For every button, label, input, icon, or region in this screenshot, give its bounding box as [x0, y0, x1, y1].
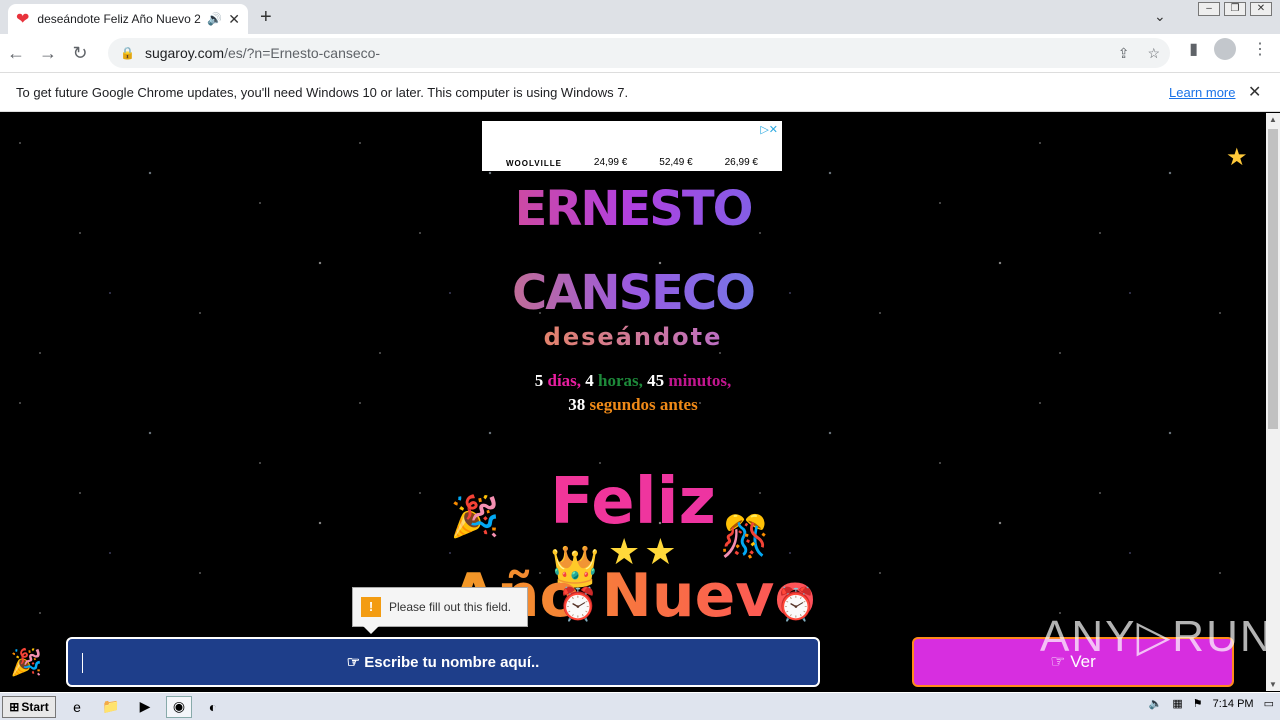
alarm-clock-icon: ⏰ — [558, 586, 598, 622]
tooltip-text: Please fill out this field. — [389, 600, 512, 614]
start-label: Start — [21, 699, 49, 714]
first-name-title: ERNESTO — [0, 181, 1266, 237]
side-panel-icon[interactable]: ▮ — [1189, 39, 1198, 59]
system-tray: 🔈 ▦ ⚑ 7:14 PM ▭ — [1149, 697, 1274, 711]
url-domain: sugaroy.com — [144, 45, 225, 61]
speaker-icon[interactable]: 🔊 — [207, 12, 222, 26]
network-icon[interactable]: ▦ — [1172, 697, 1182, 710]
learn-more-link[interactable]: Learn more — [1169, 85, 1235, 100]
hours-label: horas, — [598, 371, 643, 390]
seconds-label: segundos antes — [589, 395, 698, 414]
party-popper-icon: 🎉 — [10, 647, 43, 677]
scroll-up-icon[interactable]: ▲ — [1269, 115, 1277, 124]
bookmark-star-icon[interactable]: ☆ — [1147, 45, 1160, 62]
internet-explorer-icon[interactable]: e — [64, 696, 90, 718]
forward-arrow-icon[interactable]: → — [32, 43, 64, 64]
countdown-line-2: 38 segundos antes — [0, 395, 1266, 415]
warning-icon: ! — [361, 597, 381, 617]
tab-search-chevron-icon[interactable]: ⌄ — [1154, 8, 1166, 25]
scrollbar-thumb[interactable] — [1268, 129, 1278, 429]
folder-icon[interactable]: 📁 — [98, 696, 124, 718]
wishing-text: deseándote — [0, 323, 1266, 351]
validation-tooltip: ! Please fill out this field. — [352, 587, 528, 634]
countdown-line-1: 5 días, 4 horas, 45 minutos, — [0, 371, 1266, 391]
days-number: 5 — [534, 371, 544, 390]
seconds-number: 38 — [568, 395, 586, 414]
windows-logo-icon: ⊞ — [9, 699, 20, 714]
minimize-button[interactable]: – — [1198, 2, 1220, 16]
show-desktop-icon[interactable]: ▭ — [1264, 697, 1274, 710]
name-input[interactable]: ☞ Escribe tu nombre aquí.. — [66, 637, 820, 687]
name-input-placeholder: ☞ Escribe tu nombre aquí.. — [346, 654, 540, 671]
party-popper-icon: 🎉 — [450, 495, 500, 539]
party-hat-icon: 🎊 — [720, 515, 770, 559]
clock[interactable]: 7:14 PM — [1213, 698, 1254, 710]
anyrun-watermark: ANY▷RUN — [1040, 612, 1266, 661]
tab-title: deseándote Feliz Año Nuevo 20 — [37, 12, 202, 26]
window-controls: – ❐ ✕ — [1198, 2, 1272, 16]
ad-price-1: 24,99 € — [593, 157, 628, 168]
alarm-clock-icon: ⏰ — [776, 586, 816, 622]
profile-avatar[interactable] — [1214, 38, 1236, 60]
star-icon: ★ — [1226, 144, 1248, 171]
flag-icon[interactable]: ⚑ — [1193, 697, 1203, 710]
text-caret — [82, 653, 83, 673]
page-scrollbar[interactable]: ▲ ▼ — [1266, 113, 1280, 691]
close-window-button[interactable]: ✕ — [1250, 2, 1272, 16]
browser-tab[interactable]: ❤ deseándote Feliz Año Nuevo 20 🔊 ✕ — [8, 4, 248, 34]
lock-icon[interactable]: 🔒 — [120, 46, 135, 60]
windows-taskbar: ⊞ Start e 📁 ▶ ◉ ◐ 🔈 ▦ ⚑ 7:14 PM ▭ — [0, 692, 1280, 720]
reload-icon[interactable]: ↻ — [64, 43, 96, 64]
ad-price-2: 52,49 € — [659, 157, 693, 168]
close-infobar-icon[interactable]: ✕ — [1248, 82, 1261, 102]
address-bar[interactable]: 🔒 sugaroy.com/es/?n=Ernesto-canseco- ⇪ ☆ — [108, 38, 1170, 68]
minutes-number: 45 — [647, 371, 665, 390]
maximize-button[interactable]: ❐ — [1224, 2, 1246, 16]
media-player-icon[interactable]: ▶ — [132, 696, 158, 718]
edge-icon[interactable]: ◐ — [200, 696, 226, 718]
feliz-title: Feliz — [0, 465, 1266, 539]
last-name-title: CANSECO — [0, 265, 1266, 321]
infobar-message: To get future Google Chrome updates, you… — [16, 84, 629, 100]
share-icon[interactable]: ⇪ — [1118, 45, 1130, 62]
close-tab-icon[interactable]: ✕ — [228, 11, 240, 28]
hours-number: 4 — [585, 371, 594, 390]
ad-banner[interactable]: WOOLVILLE 24,99 € 52,49 € 26,99 € ▷✕ — [482, 121, 782, 171]
days-label: días, — [547, 371, 582, 390]
minutes-label: minutos, — [668, 371, 732, 390]
ad-brand: WOOLVILLE — [505, 159, 562, 168]
ad-close-icon[interactable]: ▷✕ — [760, 123, 778, 136]
start-button[interactable]: ⊞ Start — [2, 695, 56, 718]
page-content: WOOLVILLE 24,99 € 52,49 € 26,99 € ▷✕ ★ E… — [0, 113, 1266, 691]
heart-favicon-icon: ❤ — [16, 11, 30, 28]
scroll-down-icon[interactable]: ▼ — [1269, 680, 1277, 689]
browser-toolbar: ← → ↻ 🔒 sugaroy.com/es/?n=Ernesto-cansec… — [0, 34, 1280, 72]
ad-price-3: 26,99 € — [724, 157, 758, 168]
tab-strip: ❤ deseándote Feliz Año Nuevo 20 🔊 ✕ + ⌄ … — [0, 0, 1280, 34]
new-tab-button[interactable]: + — [260, 6, 272, 29]
menu-kebab-icon[interactable]: ⋮ — [1252, 39, 1268, 59]
update-infobar: To get future Google Chrome updates, you… — [0, 72, 1280, 112]
chrome-icon[interactable]: ◉ — [166, 695, 192, 718]
volume-icon[interactable]: 🔈 — [1149, 697, 1163, 710]
back-arrow-icon[interactable]: ← — [0, 43, 32, 64]
url-path: /es/?n=Ernesto-canseco- — [224, 45, 381, 61]
